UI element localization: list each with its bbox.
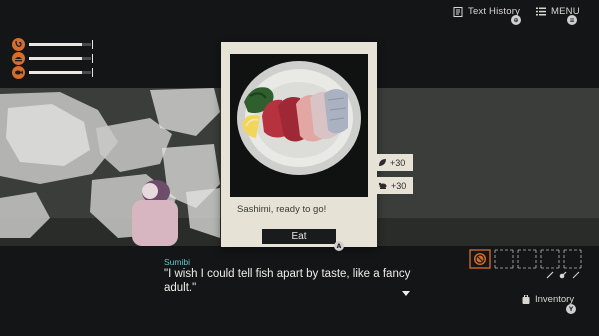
stat-bar [29, 54, 93, 63]
sashimi-plate-image [230, 54, 368, 197]
history-controller-badge: ⊕ [511, 15, 521, 25]
effect-value: +30 [390, 157, 406, 168]
eat-controller-badge: A [334, 241, 344, 251]
inventory-slot-2[interactable] [494, 249, 514, 269]
stomach-icon [12, 38, 25, 51]
spoon-icon[interactable] [572, 271, 580, 279]
inventory-slot-5[interactable] [563, 249, 582, 269]
leaf-icon [379, 159, 386, 166]
menu-icon [536, 7, 546, 16]
inventory-slot-1[interactable] [469, 249, 491, 269]
food-caption: Sashimi, ready to go! [237, 204, 327, 215]
stat-bar [29, 40, 93, 49]
stat-fish [12, 66, 93, 79]
food-icon [12, 52, 25, 65]
fish-icon [12, 66, 25, 79]
eat-button[interactable]: Eat [262, 229, 336, 244]
advance-dialogue-icon[interactable] [402, 291, 410, 296]
knife-icon[interactable] [559, 271, 567, 279]
inventory-controller-badge: Y [566, 304, 576, 314]
effect-tag-leaf: +30 [374, 154, 413, 171]
backpack-icon [522, 295, 530, 304]
text-history-button[interactable]: Text History [453, 6, 520, 17]
menu-label: MENU [551, 6, 580, 17]
inventory-slot-3[interactable] [517, 249, 537, 269]
tool-icons [546, 271, 580, 279]
stat-hunger [12, 38, 93, 51]
sashimi-photo [230, 54, 368, 197]
dialogue-text: "I wish I could tell fish apart by taste… [164, 268, 411, 294]
inventory-button[interactable]: Inventory [521, 294, 574, 305]
stat-bar [29, 68, 93, 77]
effect-value: +30 [391, 180, 407, 191]
food-card: Sashimi, ready to go! [221, 42, 377, 247]
menu-controller-badge: ≡ [567, 15, 577, 25]
history-icon [453, 6, 463, 17]
inventory-slots [469, 248, 583, 270]
eat-label: Eat [291, 231, 307, 242]
effect-tag-bug: +30 [374, 177, 413, 194]
stat-food [12, 52, 93, 65]
pen-icon[interactable] [546, 271, 554, 279]
speaker-name: Sumibi [164, 257, 190, 267]
inventory-slot-4[interactable] [540, 249, 560, 269]
bug-icon [378, 182, 387, 189]
